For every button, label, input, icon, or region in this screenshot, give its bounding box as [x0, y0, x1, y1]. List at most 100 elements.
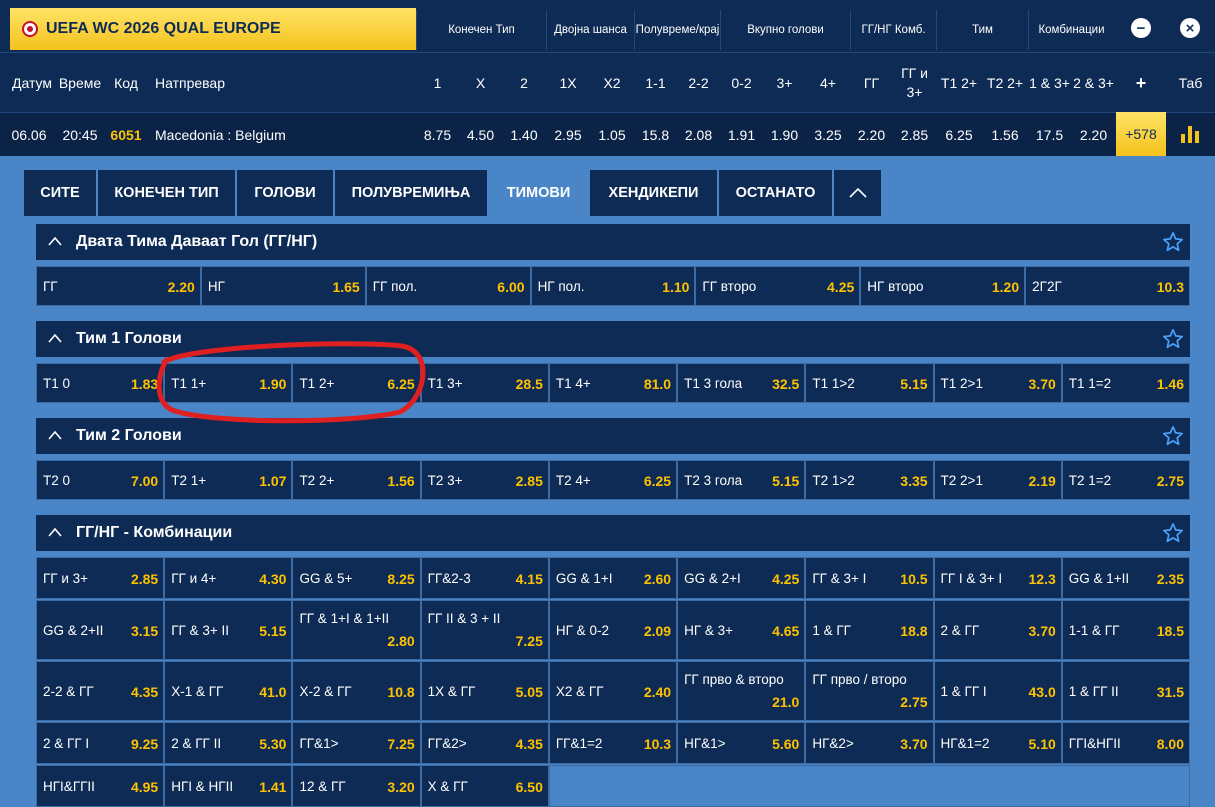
odds-cell[interactable]: X-1 & ГГ 41.0	[164, 661, 293, 721]
odds-cell[interactable]: Т2 4+ 6.25	[548, 460, 678, 500]
odds-cell[interactable]: Т1 1+ 1.90	[164, 363, 293, 403]
odds-cell[interactable]: НГ 1.65	[200, 266, 366, 306]
odds-cell[interactable]: GG & 1+I 2.60	[548, 557, 678, 599]
tab-other[interactable]: ОСТАНАТО	[719, 170, 832, 216]
odds-cell[interactable]: ГГI&НГII 8.00	[1061, 722, 1190, 764]
odds-cell[interactable]: ГГ I & 3+ I 12.3	[933, 557, 1062, 599]
tab-all[interactable]: СИТЕ	[24, 170, 96, 216]
match-odd-10[interactable]: 2.20	[850, 113, 893, 157]
star-icon[interactable]	[1162, 522, 1184, 544]
odds-cell[interactable]: ГГ & 1+I & 1+II 2.80	[292, 600, 421, 660]
odds-cell[interactable]: ГГ&2> 4.35	[420, 722, 549, 764]
odds-cell[interactable]: НГI&ГГII 4.95	[36, 765, 165, 807]
odds-cell[interactable]: X & ГГ 6.50	[420, 765, 549, 807]
more-markets-button[interactable]: +578	[1116, 112, 1166, 156]
odds-cell[interactable]: ГГ второ 4.25	[695, 266, 861, 306]
odds-cell[interactable]: ГГ и 3+ 2.85	[36, 557, 165, 599]
match-odd-11[interactable]: 2.85	[893, 113, 936, 157]
section-header[interactable]: Двата Тима Даваат Гол (ГГ/НГ)	[36, 224, 1190, 260]
odds-cell[interactable]: GG & 2+I 4.25	[677, 557, 806, 599]
tab-teams[interactable]: ТИМОВИ	[489, 170, 588, 216]
odds-cell[interactable]: ГГ&1=2 10.3	[548, 722, 678, 764]
odds-cell[interactable]: Т2 2>1 2.19	[933, 460, 1062, 500]
match-odd-4[interactable]: 1.05	[590, 113, 634, 157]
tab-halves[interactable]: ПОЛУВРЕМИЊА	[335, 170, 487, 216]
odds-cell[interactable]: ГГ пол. 6.00	[365, 266, 531, 306]
match-odd-2[interactable]: 1.40	[502, 113, 546, 157]
odds-cell[interactable]: ГГ и 4+ 4.30	[164, 557, 293, 599]
section-header[interactable]: Тим 1 Голови	[36, 321, 1190, 357]
odds-cell[interactable]: НГ пол. 1.10	[530, 266, 696, 306]
chevron-up-icon[interactable]	[48, 233, 62, 251]
match-odd-5[interactable]: 15.8	[634, 113, 677, 157]
odds-cell[interactable]: Т2 0 7.00	[36, 460, 165, 500]
odds-cell[interactable]: 2 & ГГ 3.70	[933, 600, 1062, 660]
section-header[interactable]: ГГ/НГ - Комбинации	[36, 515, 1190, 551]
odds-cell[interactable]: Т1 1>2 5.15	[805, 363, 934, 403]
match-odd-8[interactable]: 1.90	[763, 113, 806, 157]
odds-cell[interactable]: Т2 3 гола 5.15	[677, 460, 806, 500]
star-icon[interactable]	[1162, 231, 1184, 253]
odds-cell[interactable]: 2 & ГГ II 5.30	[164, 722, 293, 764]
odds-cell[interactable]: Т1 2+ 6.25	[292, 363, 421, 403]
match-name[interactable]: Macedonia : Belgium	[155, 113, 395, 157]
collapse-button[interactable]: −	[1127, 14, 1155, 42]
odds-cell[interactable]: Т2 1+ 1.07	[164, 460, 293, 500]
odds-cell[interactable]: GG & 2+II 3.15	[36, 600, 165, 660]
match-odd-1[interactable]: 4.50	[459, 113, 502, 157]
collapse-tabs-button[interactable]	[834, 170, 881, 216]
odds-cell[interactable]: ГГ прво / второ 2.75	[805, 661, 934, 721]
odds-cell[interactable]: Т1 3+ 28.5	[420, 363, 549, 403]
odds-cell[interactable]: 1 & ГГ 18.8	[805, 600, 934, 660]
match-odd-12[interactable]: 6.25	[936, 113, 982, 157]
odds-cell[interactable]: Т2 1>2 3.35	[805, 460, 934, 500]
match-odd-13[interactable]: 1.56	[982, 113, 1028, 157]
odds-cell[interactable]: ГГ&1> 7.25	[292, 722, 421, 764]
tab-final-result[interactable]: КОНЕЧЕН ТИП	[98, 170, 235, 216]
match-odd-6[interactable]: 2.08	[677, 113, 720, 157]
odds-cell[interactable]: 2 & ГГ I 9.25	[36, 722, 165, 764]
match-odd-0[interactable]: 8.75	[416, 113, 459, 157]
odds-cell[interactable]: GG & 1+II 2.35	[1061, 557, 1190, 599]
match-odd-9[interactable]: 3.25	[806, 113, 850, 157]
odds-cell[interactable]: НГ&2> 3.70	[805, 722, 934, 764]
odds-cell[interactable]: Т1 3 гола 32.5	[677, 363, 806, 403]
plus-icon[interactable]: +	[1116, 53, 1166, 113]
odds-cell[interactable]: НГ&1=2 5.10	[933, 722, 1062, 764]
odds-cell[interactable]: 1 & ГГ II 31.5	[1061, 661, 1190, 721]
odds-cell[interactable]: ГГ&2-3 4.15	[420, 557, 549, 599]
odds-cell[interactable]: НГ & 3+ 4.65	[677, 600, 806, 660]
odds-cell[interactable]: Т1 1=2 1.46	[1061, 363, 1190, 403]
odds-cell[interactable]: ГГ & 3+ I 10.5	[805, 557, 934, 599]
odds-cell[interactable]: 2Г2Г 10.3	[1025, 266, 1190, 306]
odds-cell[interactable]: НГ второ 1.20	[860, 266, 1026, 306]
match-odd-3[interactable]: 2.95	[546, 113, 590, 157]
star-icon[interactable]	[1162, 425, 1184, 447]
odds-cell[interactable]: ГГ II & 3 + II 7.25	[420, 600, 549, 660]
close-button[interactable]: ×	[1176, 14, 1204, 42]
odds-cell[interactable]: 1X & ГГ 5.05	[420, 661, 549, 721]
odds-cell[interactable]: GG & 5+ 8.25	[292, 557, 421, 599]
match-odd-14[interactable]: 17.5	[1028, 113, 1071, 157]
match-odd-15[interactable]: 2.20	[1071, 113, 1116, 157]
tab-handicaps[interactable]: ХЕНДИКЕПИ	[590, 170, 717, 216]
odds-cell[interactable]: Т1 4+ 81.0	[548, 363, 678, 403]
odds-cell[interactable]: 1-1 & ГГ 18.5	[1061, 600, 1190, 660]
competition-title-bar[interactable]: UEFA WC 2026 QUAL EUROPE	[10, 8, 416, 50]
odds-cell[interactable]: Т2 1=2 2.75	[1061, 460, 1190, 500]
chevron-up-icon[interactable]	[48, 427, 62, 445]
chevron-up-icon[interactable]	[48, 524, 62, 542]
star-icon[interactable]	[1162, 328, 1184, 350]
odds-cell[interactable]: Т2 2+ 1.56	[292, 460, 421, 500]
odds-cell[interactable]: Т2 3+ 2.85	[420, 460, 549, 500]
odds-cell[interactable]: 2-2 & ГГ 4.35	[36, 661, 165, 721]
chevron-up-icon[interactable]	[48, 330, 62, 348]
section-header[interactable]: Тим 2 Голови	[36, 418, 1190, 454]
odds-cell[interactable]: Т1 2>1 3.70	[933, 363, 1062, 403]
odds-cell[interactable]: X-2 & ГГ 10.8	[292, 661, 421, 721]
odds-cell[interactable]: 1 & ГГ I 43.0	[933, 661, 1062, 721]
odds-cell[interactable]: Т1 0 1.83	[36, 363, 165, 403]
odds-cell[interactable]: ГГ 2.20	[36, 266, 201, 306]
odds-cell[interactable]: НГ&1> 5.60	[677, 722, 806, 764]
match-odd-7[interactable]: 1.91	[720, 113, 763, 157]
